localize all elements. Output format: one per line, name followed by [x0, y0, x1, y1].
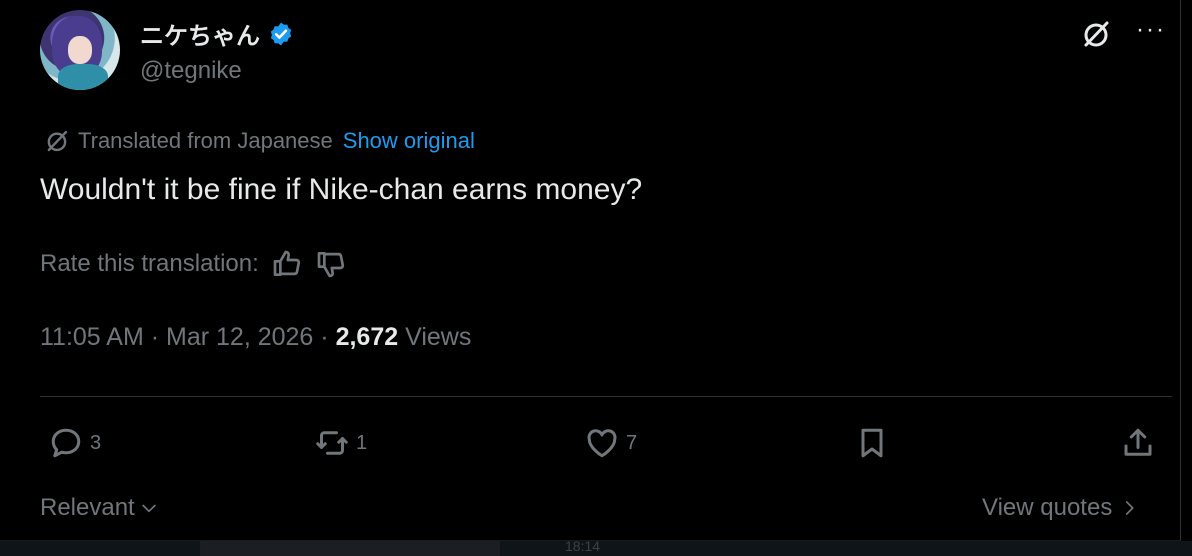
meta-separator: · [150, 323, 160, 351]
more-icon[interactable]: ··· [1136, 16, 1166, 44]
divider [40, 396, 1172, 397]
reply-count: 3 [90, 431, 102, 454]
tweet-detail: ニケちゃん @tegnike ··· Translated from Japan… [0, 0, 1181, 541]
verified-badge-icon [270, 22, 292, 45]
repost-count: 1 [356, 431, 368, 454]
thumbs-down-icon[interactable] [315, 248, 347, 280]
avatar-body [58, 64, 108, 90]
chevron-down-icon [142, 504, 156, 513]
avatar-face [68, 36, 92, 64]
author-name-row[interactable]: ニケちゃん [140, 16, 294, 51]
like-icon [587, 429, 617, 458]
view-quotes-link[interactable]: View quotes [982, 494, 1138, 522]
share-icon [1124, 428, 1152, 456]
bookmark-button[interactable] [854, 425, 890, 461]
chevron-right-icon [1126, 501, 1134, 515]
grok-icon [47, 130, 68, 152]
bookmark-icon [861, 428, 883, 458]
share-button[interactable] [1120, 425, 1156, 461]
rate-translation: Rate this translation: [40, 248, 347, 280]
display-name[interactable]: ニケちゃん [140, 16, 260, 51]
view-quotes-label: View quotes [982, 494, 1113, 521]
translation-label: Translated from Japanese [78, 128, 333, 153]
tweet-text: Wouldn't it be fine if Nike-chan earns m… [40, 173, 643, 206]
tweet-time[interactable]: 11:05 AM [40, 323, 144, 351]
user-handle[interactable]: @tegnike [140, 57, 242, 85]
views-count: 2,672 [335, 323, 399, 351]
reply-button[interactable]: 3 [48, 425, 101, 461]
sort-replies-dropdown[interactable]: Relevant [40, 494, 159, 522]
show-original-link[interactable]: Show original [343, 128, 475, 154]
tweet-date[interactable]: Mar 12, 2026 [166, 323, 313, 351]
reply-icon [51, 428, 81, 458]
like-button[interactable]: 7 [584, 425, 637, 461]
thumbs-up-icon[interactable] [271, 248, 303, 280]
like-count: 7 [626, 431, 638, 454]
views-label: Views [405, 323, 472, 351]
translation-notice: Translated from Japanese Show original [44, 128, 475, 154]
grok-icon[interactable] [1080, 18, 1112, 50]
repost-icon [316, 431, 348, 455]
overlay-clock: 18:14 [565, 538, 601, 554]
repost-button[interactable]: 1 [314, 425, 367, 461]
meta-separator: · [320, 323, 329, 351]
avatar[interactable] [40, 10, 120, 90]
background-shade [200, 541, 500, 556]
tweet-meta: 11:05 AM · Mar 12, 2026 · 2,672 Views [40, 323, 471, 352]
rate-label: Rate this translation: [40, 250, 259, 277]
sort-label: Relevant [40, 494, 135, 521]
